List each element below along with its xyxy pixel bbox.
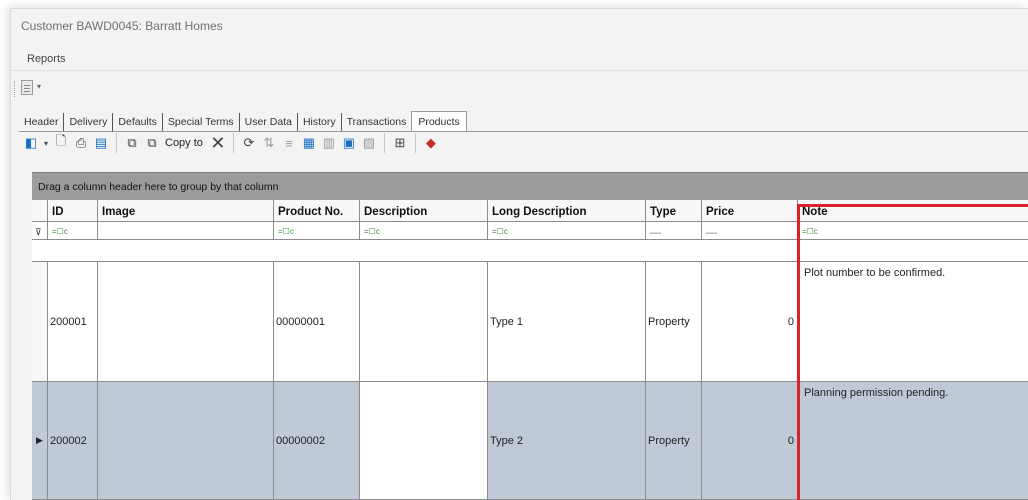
export-icon[interactable]: ▤ (92, 134, 110, 152)
delete-icon[interactable]: ✕ (209, 133, 227, 153)
menu-bar: Reports (11, 49, 1028, 71)
quick-toolbar: ▾ (11, 77, 211, 103)
filter-note[interactable]: =☐c (798, 222, 1028, 240)
cell-note[interactable]: Plot number to be confirmed. (798, 262, 1028, 382)
cell-type[interactable]: Property (646, 262, 702, 382)
row-indicator-header (32, 200, 48, 222)
copy-to-button[interactable]: Copy to (165, 137, 203, 149)
products-toolbar: ◧ ▾ 🗋 ⎙ ▤ ⧉ ⧉ Copy to ✕ ⟳ ⇅ ≡ ▦ ▥ ▣ ▨ ⊞ … (22, 127, 440, 159)
cell-price[interactable]: 0 (702, 382, 798, 500)
filter-row-icon[interactable]: ⊽ (32, 222, 48, 240)
column-header-id[interactable]: ID (48, 200, 98, 222)
toolbar-grip[interactable] (14, 81, 17, 97)
sort-icon[interactable]: ⇅ (260, 134, 278, 152)
column-header-description[interactable]: Description (360, 200, 488, 222)
cell-id[interactable]: 200002 (48, 382, 98, 500)
column-header-price[interactable]: Price (702, 200, 798, 222)
copy-to-icon[interactable]: ⧉ (143, 134, 161, 152)
toolbar-separator (232, 133, 234, 153)
group-by-panel[interactable]: Drag a column header here to group by th… (32, 172, 1028, 200)
refresh-icon[interactable]: ⟳ (240, 134, 258, 152)
layout-icon[interactable]: ▣ (340, 134, 358, 152)
cell-long-description[interactable]: Type 2 (488, 382, 646, 500)
column-header-product-no[interactable]: Product No. (274, 200, 360, 222)
filter-type[interactable]: — (646, 222, 702, 240)
column-header-long-description[interactable]: Long Description (488, 200, 646, 222)
toolbar-separator (116, 133, 117, 153)
column-header-note[interactable]: Note (798, 200, 1028, 222)
group-by-hint: Drag a column header here to group by th… (38, 181, 279, 193)
grid-spacer (32, 240, 1028, 262)
filter-product-no[interactable]: =☐c (274, 222, 360, 240)
filter-long-description[interactable]: =☐c (488, 222, 646, 240)
chevron-down-icon[interactable]: ▾ (42, 134, 50, 152)
column-chooser-icon[interactable]: ▥ (320, 134, 338, 152)
copy-icon[interactable]: ⧉ (123, 134, 141, 152)
print-preview-icon[interactable]: 🗋 (52, 133, 70, 152)
cell-description[interactable] (360, 262, 488, 382)
cell-long-description[interactable]: Type 1 (488, 262, 646, 382)
print-icon[interactable]: ⎙ (72, 134, 90, 152)
filter-icon[interactable]: ≡ (280, 134, 298, 152)
filter-description[interactable]: =☐c (360, 222, 488, 240)
document-icon[interactable] (21, 80, 33, 95)
filter-image[interactable] (98, 222, 274, 240)
properties-icon[interactable]: ⊞ (391, 134, 409, 152)
cell-image[interactable] (98, 382, 274, 500)
cell-price[interactable]: 0 (702, 262, 798, 382)
toolbar-separator (383, 133, 385, 153)
add-product-icon[interactable]: ◧ (22, 134, 40, 152)
chevron-down-icon[interactable]: ▾ (37, 82, 41, 91)
cell-image[interactable] (98, 262, 274, 382)
products-grid: ID Image Product No. Description Long De… (32, 200, 1028, 500)
cell-type[interactable]: Property (646, 382, 702, 500)
window-title: Customer BAWD0045: Barratt Homes (21, 19, 223, 33)
filter-id[interactable]: =☐c (48, 222, 98, 240)
menu-reports[interactable]: Reports (27, 53, 66, 65)
cell-id[interactable]: 200001 (48, 262, 98, 382)
cell-note[interactable]: Planning permission pending. (798, 382, 1028, 500)
expand-icon[interactable]: ▨ (360, 134, 378, 152)
column-header-image[interactable]: Image (98, 200, 274, 222)
filter-price[interactable]: — (702, 222, 798, 240)
toolbar-separator (414, 133, 416, 153)
row-selector-active[interactable]: ▶ (32, 382, 48, 500)
column-header-type[interactable]: Type (646, 200, 702, 222)
cell-description-focused[interactable] (360, 382, 488, 500)
row-selector[interactable] (32, 262, 48, 382)
cell-product-no[interactable]: 00000002 (274, 382, 360, 500)
menu-separator (11, 70, 1028, 71)
cell-product-no[interactable]: 00000001 (274, 262, 360, 382)
grid-icon[interactable]: ▦ (300, 134, 318, 152)
eraser-icon[interactable]: ◆ (422, 134, 440, 152)
